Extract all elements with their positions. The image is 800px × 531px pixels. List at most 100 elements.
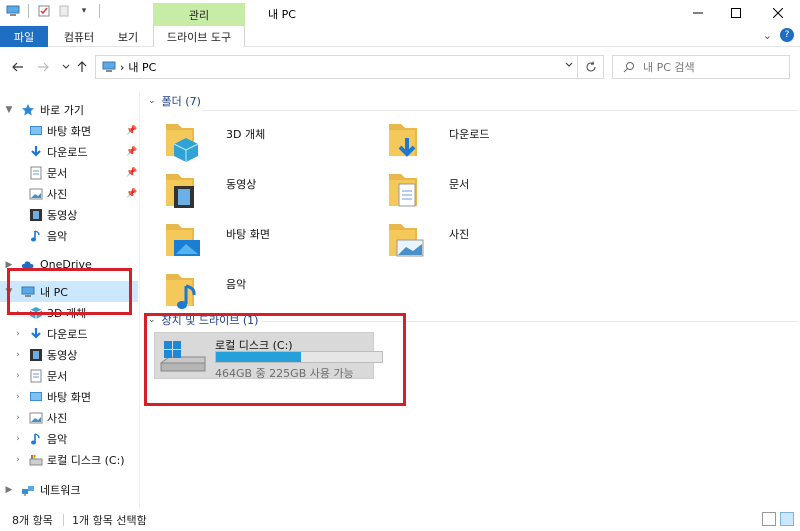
maximize-button[interactable]	[718, 0, 754, 26]
refresh-button[interactable]	[578, 55, 604, 79]
sidebar-item-label: 사진	[47, 187, 68, 201]
customize-qat-icon[interactable]: ▾	[77, 4, 91, 18]
breadcrumb-this-pc[interactable]: 내 PC	[128, 59, 156, 75]
sidebar-item-pictures[interactable]: 사진 📌	[0, 183, 138, 204]
qat-separator	[99, 4, 100, 18]
pin-icon[interactable]: 📌	[126, 189, 137, 199]
help-icon-label: ?	[784, 30, 790, 40]
tab-drive-tools[interactable]: 드라이브 도구	[153, 26, 245, 47]
folder-pictures[interactable]: 사진	[387, 216, 607, 264]
chevron-down-icon[interactable]: ⌄	[763, 29, 772, 42]
ribbon-right-controls: ⌄ ?	[763, 28, 794, 42]
forward-button[interactable]	[35, 59, 51, 75]
group-divider	[202, 110, 798, 111]
sidebar-item-quick-access[interactable]: ▼ 바로 가기	[0, 99, 138, 120]
sidebar-item-videos[interactable]: 동영상	[0, 204, 138, 225]
properties-icon[interactable]	[37, 4, 51, 18]
qat-separator	[28, 4, 29, 18]
details-view-icon[interactable]	[762, 512, 776, 526]
tiles-view-icon[interactable]	[780, 512, 794, 526]
chevron-right-icon[interactable]: ›	[13, 455, 23, 465]
chevron-down-icon[interactable]: ▼	[4, 105, 14, 115]
sidebar-item-pc-documents[interactable]: › 문서	[0, 365, 138, 386]
film-icon	[30, 208, 42, 221]
address-dropdown-icon[interactable]	[565, 60, 573, 71]
address-bar[interactable]: › 내 PC	[95, 55, 578, 79]
chevron-right-icon[interactable]: ▶	[4, 485, 14, 495]
folder-videos-icon	[166, 174, 194, 208]
highlight-local-disk	[144, 313, 406, 406]
tab-computer[interactable]: 컴퓨터	[56, 26, 102, 47]
new-folder-icon[interactable]	[57, 4, 71, 18]
folder-label: 동영상	[226, 178, 257, 191]
sidebar-item-label: 문서	[47, 166, 68, 180]
tab-file[interactable]: 파일	[0, 26, 48, 47]
pin-icon[interactable]: 📌	[126, 126, 137, 136]
chevron-right-icon[interactable]: ›	[13, 413, 23, 423]
breadcrumb: › 내 PC	[102, 59, 156, 75]
network-icon	[22, 485, 34, 496]
folder-downloads[interactable]: 다운로드	[387, 116, 607, 164]
sidebar-item-pc-desktop[interactable]: › 바탕 화면	[0, 386, 138, 407]
minimize-button[interactable]	[680, 0, 716, 26]
sidebar-item-label: 동영상	[47, 348, 78, 362]
address-row: › 내 PC 내 PC 검색	[0, 47, 800, 87]
sidebar-item-label: 네트워크	[40, 483, 81, 497]
chevron-right-icon[interactable]: ›	[13, 392, 23, 402]
chevron-right-icon[interactable]: ›	[13, 371, 23, 381]
refresh-icon	[586, 61, 595, 72]
chevron-down-icon[interactable]: ⌄	[148, 96, 156, 106]
pin-icon[interactable]: 📌	[126, 168, 137, 178]
group-title: 폴더 (7)	[161, 95, 201, 108]
sidebar-item-pc-videos[interactable]: › 동영상	[0, 344, 138, 365]
up-button[interactable]	[74, 59, 90, 75]
pc-icon	[102, 61, 116, 72]
recent-locations-button[interactable]	[58, 59, 74, 75]
chevron-right-icon[interactable]: ›	[13, 434, 23, 444]
sidebar-item-pc-pictures[interactable]: › 사진	[0, 407, 138, 428]
pin-icon[interactable]: 📌	[126, 147, 137, 157]
folder-documents[interactable]: 문서	[387, 166, 607, 214]
folder-label: 사진	[449, 228, 470, 241]
tab-view[interactable]: 보기	[108, 26, 148, 47]
sidebar-item-local-disk[interactable]: › 로컬 디스크 (C:)	[0, 449, 138, 470]
sidebar-item-pc-downloads[interactable]: › 다운로드	[0, 323, 138, 344]
ribbon-tabs: 파일 컴퓨터 보기 드라이브 도구 ⌄ ?	[0, 26, 800, 47]
window-title: 내 PC	[268, 8, 296, 21]
sidebar-item-pc-music[interactable]: › 음악	[0, 428, 138, 449]
chevron-right-icon[interactable]: ›	[13, 350, 23, 360]
folder-desktop[interactable]: 바탕 화면	[164, 216, 384, 264]
sidebar-item-label: 바탕 화면	[47, 124, 91, 138]
sidebar-item-desktop[interactable]: 바탕 화면 📌	[0, 120, 138, 141]
back-button[interactable]	[10, 59, 26, 75]
sidebar-item-downloads[interactable]: 다운로드 📌	[0, 141, 138, 162]
sidebar-item-label: 다운로드	[47, 327, 88, 341]
status-selection-count: 1개 항목 선택함	[72, 513, 147, 527]
music-note-icon	[31, 432, 40, 444]
sidebar-item-label: 문서	[47, 369, 68, 383]
close-button[interactable]	[760, 0, 796, 26]
sidebar-item-music[interactable]: 음악	[0, 225, 138, 246]
music-note-icon	[31, 229, 40, 241]
folder-label: 음악	[226, 278, 247, 291]
folder-music-icon	[166, 274, 196, 309]
sidebar-item-label: 바로 가기	[40, 103, 84, 117]
folder-downloads-icon	[389, 124, 417, 157]
folder-music[interactable]: 음악	[164, 266, 384, 314]
folder-label: 문서	[449, 178, 470, 191]
help-icon[interactable]: ?	[780, 28, 794, 42]
folder-videos[interactable]: 동영상	[164, 166, 384, 214]
pictures-icon	[29, 412, 43, 423]
sidebar-item-label: 로컬 디스크 (C:)	[47, 453, 125, 467]
breadcrumb-separator[interactable]: ›	[120, 61, 124, 74]
sidebar-item-label: 음악	[47, 432, 68, 446]
sidebar-item-label: 바탕 화면	[47, 390, 91, 404]
folders-group-header[interactable]: ⌄ 폴더 (7)	[142, 92, 201, 110]
search-placeholder: 내 PC 검색	[643, 61, 695, 74]
folder-3d-objects[interactable]: 3D 개체	[164, 116, 384, 164]
sidebar-item-network[interactable]: ▶ 네트워크	[0, 479, 138, 500]
chevron-right-icon[interactable]: ›	[13, 329, 23, 339]
pc-icon[interactable]	[6, 4, 20, 18]
sidebar-item-documents[interactable]: 문서 📌	[0, 162, 138, 183]
search-input[interactable]: 내 PC 검색	[612, 55, 790, 79]
